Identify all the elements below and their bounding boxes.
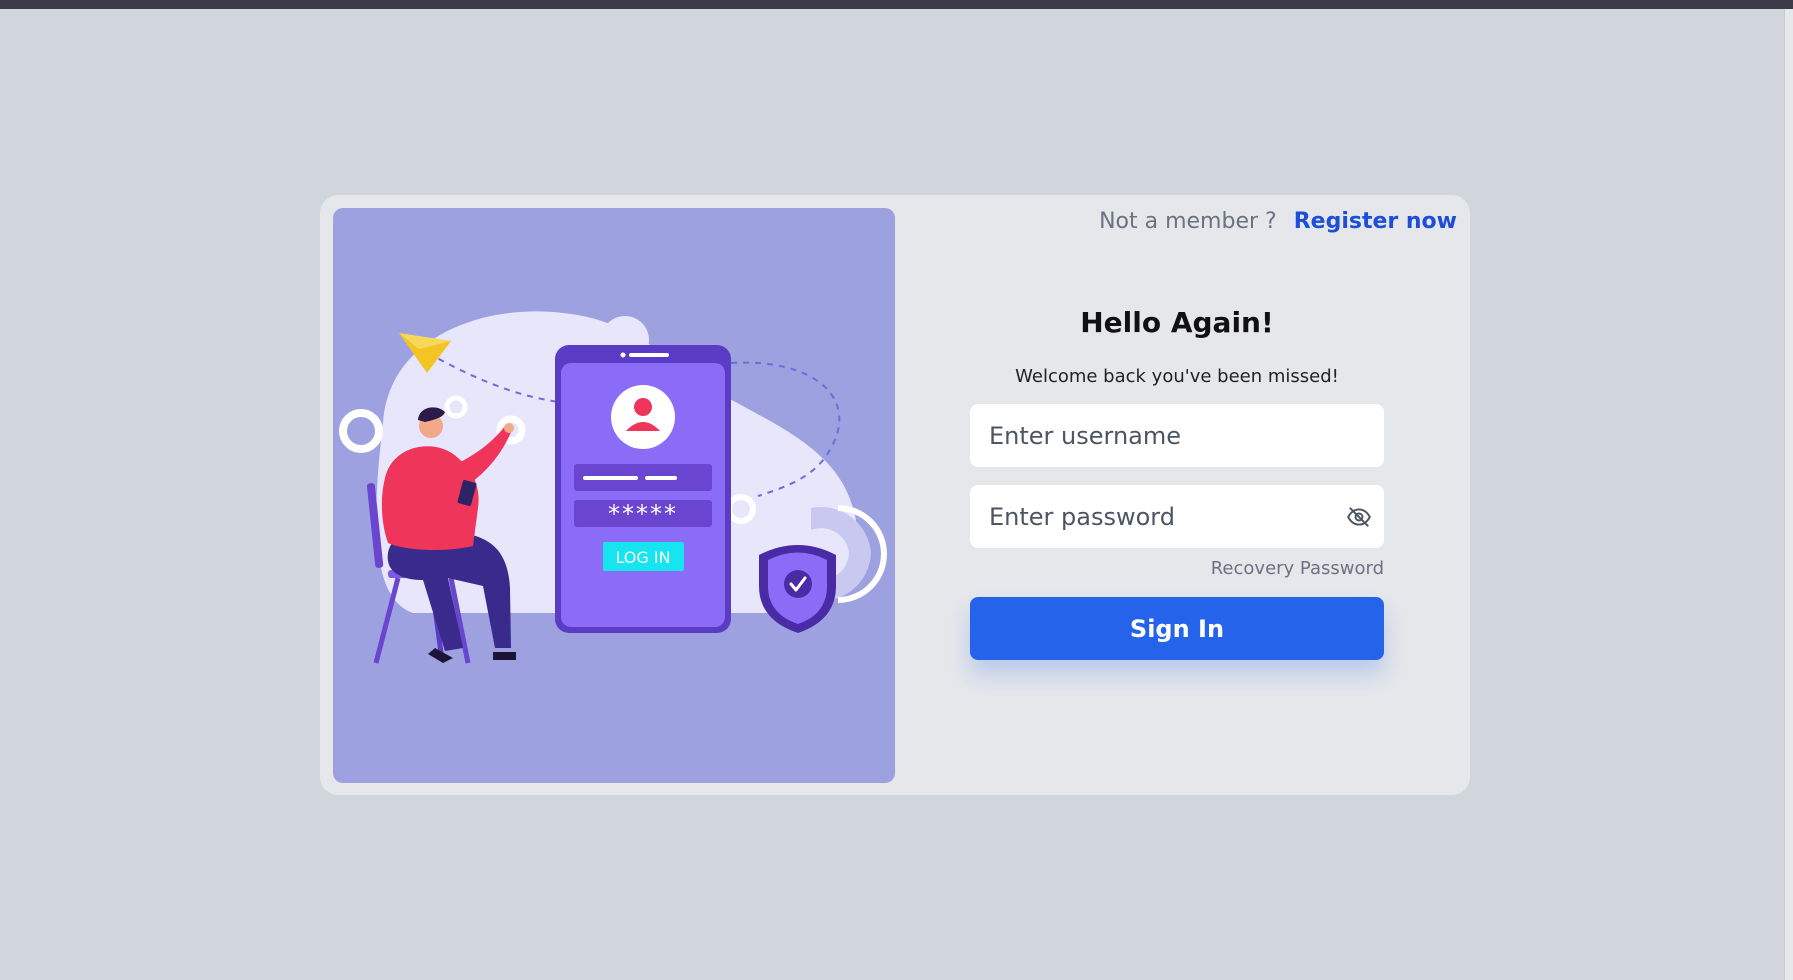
username-field-container — [970, 404, 1384, 467]
password-field-container — [970, 485, 1384, 548]
password-input[interactable] — [970, 485, 1384, 548]
eye-off-icon[interactable] — [1346, 504, 1372, 530]
not-member-text: Not a member ? — [1099, 209, 1277, 234]
browser-top-bar — [0, 0, 1793, 9]
login-form: Hello Again! Welcome back you've been mi… — [970, 305, 1384, 660]
page-scrollbar[interactable] — [1784, 9, 1793, 980]
sign-in-button[interactable]: Sign In — [970, 597, 1384, 660]
page-subtitle: Welcome back you've been missed! — [1015, 366, 1339, 387]
phone-password-mask: ***** — [608, 500, 678, 528]
register-prompt: Not a member ? Register now — [1099, 209, 1457, 234]
login-illustration-art: ***** LOG IN — [339, 311, 887, 664]
phone-login-label: LOG IN — [615, 548, 670, 567]
recovery-password-link[interactable]: Recovery Password — [970, 557, 1384, 581]
page-title: Hello Again! — [1080, 306, 1274, 339]
login-card: ***** LOG IN Not a member ? Register now… — [320, 195, 1470, 795]
register-now-link[interactable]: Register now — [1294, 209, 1457, 234]
username-input[interactable] — [970, 404, 1384, 467]
login-illustration: ***** LOG IN — [333, 208, 895, 783]
